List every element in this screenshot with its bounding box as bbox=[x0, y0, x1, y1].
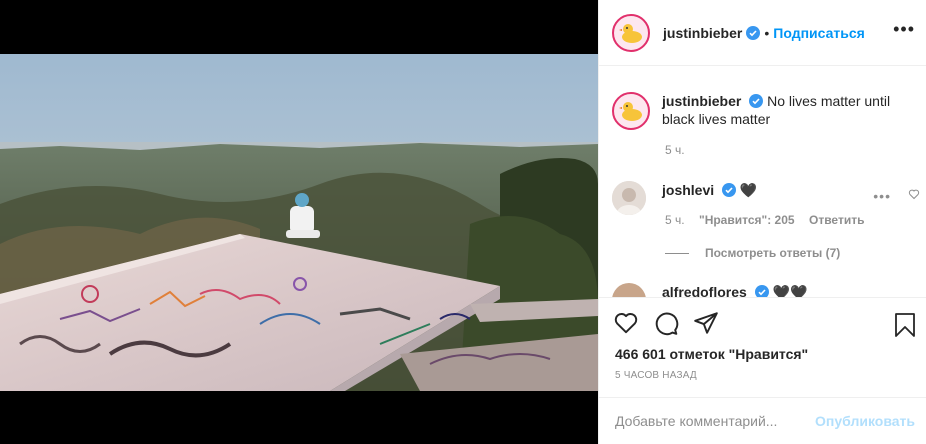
comment-text: 🖤 bbox=[739, 182, 758, 198]
commenter-avatar[interactable] bbox=[612, 181, 646, 215]
caption-time: 5 ч. bbox=[665, 143, 685, 157]
author-username[interactable]: justinbieber bbox=[663, 25, 742, 41]
comments-list[interactable]: justinbieber No lives matter until black… bbox=[599, 67, 926, 297]
comment-input[interactable] bbox=[615, 413, 816, 429]
verified-badge-icon bbox=[746, 25, 761, 40]
author-avatar[interactable] bbox=[612, 13, 650, 52]
action-icons bbox=[613, 310, 719, 336]
replies-divider bbox=[665, 253, 689, 254]
comment-text-block: joshlevi 🖤 bbox=[662, 181, 757, 215]
duck-logo-icon bbox=[616, 96, 646, 126]
post-timestamp[interactable]: 5 ЧАСОВ НАЗАД bbox=[615, 370, 697, 381]
follow-button[interactable]: Подписаться bbox=[773, 25, 865, 41]
heart-icon[interactable] bbox=[613, 310, 639, 336]
likes-count[interactable]: 466 601 отметок "Нравится" bbox=[615, 346, 808, 362]
comment-row: alfredoflores 🖤🖤 bbox=[612, 283, 807, 297]
comment-likes-count[interactable]: "Нравится": 205 bbox=[699, 213, 795, 227]
comment-username[interactable]: alfredoflores bbox=[662, 284, 747, 297]
caption-avatar[interactable] bbox=[612, 92, 650, 130]
post-header: justinbieber • Подписаться ••• bbox=[599, 0, 926, 66]
bookmark-icon[interactable] bbox=[893, 312, 917, 338]
share-icon[interactable] bbox=[693, 310, 719, 336]
caption-row: justinbieber No lives matter until black… bbox=[612, 92, 917, 130]
post-media bbox=[0, 0, 598, 444]
comment-row: joshlevi 🖤 bbox=[612, 181, 757, 215]
commenter-avatar[interactable] bbox=[612, 283, 646, 297]
comment-time: 5 ч. bbox=[665, 213, 685, 227]
caption-username[interactable]: justinbieber bbox=[662, 93, 741, 109]
comment-username[interactable]: joshlevi bbox=[662, 182, 714, 198]
comment-icon[interactable] bbox=[653, 310, 679, 336]
post-side-panel: justinbieber • Подписаться ••• justinbie… bbox=[598, 0, 926, 444]
comment-like-icon[interactable] bbox=[908, 188, 920, 200]
caption-text-block: justinbieber No lives matter until black… bbox=[662, 92, 917, 130]
post-photo[interactable] bbox=[0, 54, 598, 391]
verified-badge-icon bbox=[722, 183, 737, 197]
actions-section: 466 601 отметок "Нравится" 5 ЧАСОВ НАЗАД bbox=[599, 297, 926, 397]
reply-button[interactable]: Ответить bbox=[809, 213, 864, 227]
verified-badge-icon bbox=[754, 285, 769, 297]
profile-photo-icon bbox=[612, 181, 646, 215]
verified-badge-icon bbox=[749, 94, 764, 108]
separator-dot: • bbox=[764, 24, 770, 41]
view-replies-button[interactable]: Посмотреть ответы (7) bbox=[705, 246, 840, 260]
publish-button[interactable]: Опубликовать bbox=[815, 413, 915, 429]
post-image bbox=[0, 54, 598, 391]
duck-logo-icon bbox=[616, 17, 646, 48]
comment-text: 🖤🖤 bbox=[772, 284, 808, 297]
comment-composer: Опубликовать bbox=[599, 397, 926, 444]
comment-text-block: alfredoflores 🖤🖤 bbox=[662, 283, 807, 297]
comment-more-icon[interactable]: ••• bbox=[873, 188, 891, 204]
more-options-icon[interactable]: ••• bbox=[893, 20, 915, 38]
